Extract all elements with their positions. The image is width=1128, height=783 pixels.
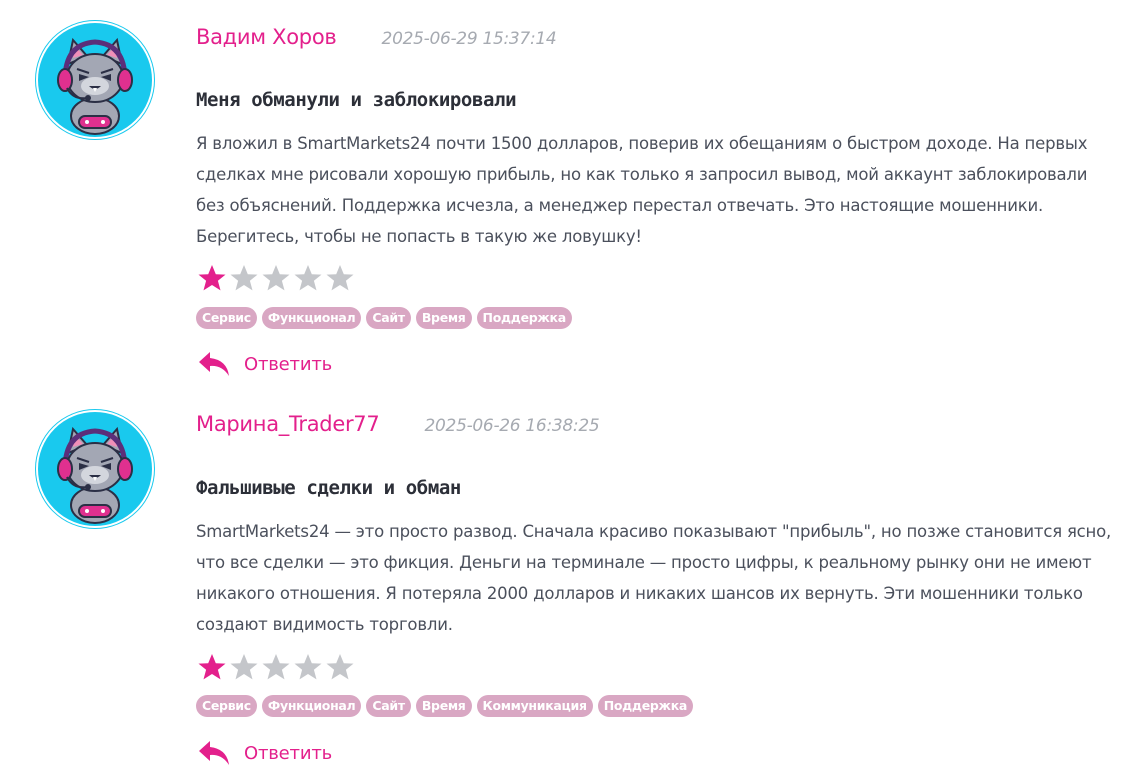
tag-list: Сервис Функционал Сайт Время Коммуникация Под… [196,695,694,717]
gamer-cat-avatar-icon [36,21,154,139]
review-date: 2025-06-29 15:37:14 [381,29,557,49]
rating-stars [196,262,356,294]
review-text: SmartMarkets24 — это просто развод. Снач… [196,522,1112,634]
avatar [35,409,155,529]
star-empty-icon[interactable] [292,262,324,294]
rating-stars [196,651,356,683]
avatar [35,20,155,140]
tag-badge: Коммуникация [476,695,593,717]
star-empty-icon[interactable] [324,262,356,294]
reply-label: Ответить [244,742,333,764]
reply-button[interactable]: Ответить [198,350,332,378]
reply-arrow-icon [199,352,229,376]
review-meta: Вадим Хоров 2025-06-29 15:37:14 [196,25,557,55]
review-title: Фальшивые сделки и обман [196,477,461,499]
tag-badge: Сайт [366,695,411,717]
review-text: Я вложил в SmartMarkets24 почти 1500 дол… [196,134,1088,246]
tag-badge: Сайт [366,307,411,329]
gamer-cat-avatar-icon [36,410,154,528]
tag-badge: Функционал [261,307,362,329]
tag-badge: Время [415,307,472,329]
star-empty-icon[interactable] [260,262,292,294]
review-title: Меня обманули и заблокировали [196,89,517,111]
author-name[interactable]: Марина_Trader77 [196,412,380,436]
tag-badge: Поддержка [597,695,694,717]
reply-label: Ответить [244,353,333,375]
review-meta: Марина_Trader77 2025-06-26 16:38:25 [196,412,600,442]
star-empty-icon[interactable] [228,651,260,683]
tag-badge: Функционал [261,695,362,717]
tag-list: Сервис Функционал Сайт Время Поддержка [196,307,572,329]
star-empty-icon[interactable] [324,651,356,683]
star-filled-icon[interactable] [196,651,228,683]
reply-button[interactable]: Ответить [198,739,332,767]
star-empty-icon[interactable] [292,651,324,683]
tag-badge: Сервис [196,695,257,717]
star-filled-icon[interactable] [196,262,228,294]
review-date: 2025-06-26 16:38:25 [424,416,600,436]
tag-badge: Сервис [196,307,257,329]
tag-badge: Поддержка [476,307,572,329]
tag-badge: Время [415,695,472,717]
star-empty-icon[interactable] [228,262,260,294]
reply-arrow-icon [199,741,229,765]
author-name[interactable]: Вадим Хоров [196,25,337,49]
star-empty-icon[interactable] [260,651,292,683]
